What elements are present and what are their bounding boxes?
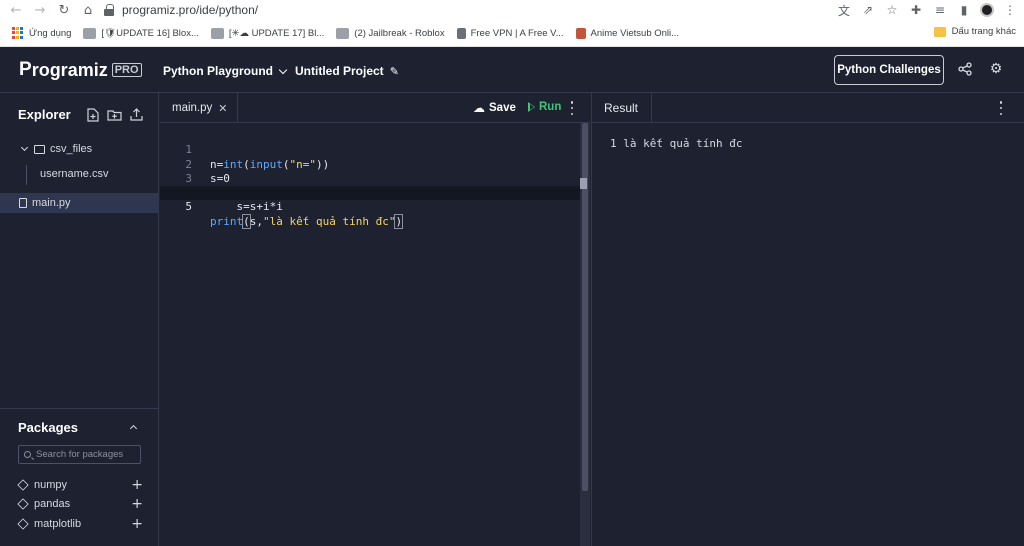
apps-icon [12,27,24,39]
editor-tabbar: main.py ✕ ☁ Save Run [160,93,590,123]
anime-icon [575,27,586,39]
bookmark-jailbreak[interactable]: (2) Jailbreak - Roblox [336,27,445,39]
back-arrow-icon[interactable]: ← [8,2,24,18]
forward-arrow-icon[interactable]: → [32,2,48,18]
extensions-icon[interactable]: ✚ [908,2,924,18]
text-cursor [402,215,404,228]
program-output: 1 là kết quả tính đc [610,137,743,150]
code-line: 2 s=0 [160,143,580,185]
package-icon [17,498,29,510]
packages-title: Packages [18,420,78,435]
url-text: programiz.pro/ide/python/ [122,3,259,17]
run-button[interactable]: Run [528,101,561,113]
play-icon [528,102,535,112]
file-main-py[interactable]: main.py [0,193,159,213]
scroll-position-marker [580,178,587,189]
folder-icon [34,144,45,154]
chevron-up-icon[interactable] [129,424,138,433]
vpn-icon [456,27,466,39]
add-icon[interactable]: + [131,496,143,512]
app-header: Programiz PRO Python Playground Untitled… [0,47,1024,93]
close-icon[interactable]: ✕ [218,102,227,115]
chevron-down-icon [278,65,288,74]
cloud-upload-icon: ☁ [473,101,485,115]
upload-icon[interactable] [129,107,144,122]
reload-icon[interactable]: ↻ [56,2,72,18]
editor-scrollbar[interactable] [580,123,590,546]
package-matplotlib[interactable]: matplotlib + [17,515,143,533]
code-line: 1 n=int(input("n=")) [160,129,580,170]
code-line: 4 s=s+i*i [160,172,580,213]
bookmark-apps[interactable]: Ứng dụng [12,27,71,39]
code-area[interactable]: 1 n=int(input("n=")) 2 s=0 3 for i in ra… [160,129,580,229]
code-line: 3 for i in range(1,n+1): [160,158,580,199]
folder-icon [933,26,946,37]
save-button[interactable]: ☁ Save [473,101,516,115]
bookmark-anime[interactable]: Anime Vietsub Onli... [575,27,679,39]
pro-badge: PRO [111,63,142,77]
more-options-icon[interactable] [999,101,1003,115]
divider [0,408,159,409]
new-file-icon[interactable] [85,107,100,122]
tab-result[interactable]: Result [592,93,652,123]
result-tabbar: Result [592,93,1024,123]
add-icon[interactable]: + [131,516,143,532]
sidepanel-icon[interactable]: ▮ [956,2,972,18]
star-icon[interactable]: ☆ [884,2,900,18]
add-icon[interactable]: + [131,477,143,493]
tab-main-py[interactable]: main.py ✕ [160,93,238,123]
package-search-field[interactable] [18,445,141,464]
explorer-title: Explorer [18,107,71,122]
package-numpy[interactable]: numpy + [17,476,143,494]
programiz-logo[interactable]: Programiz PRO [19,59,142,81]
more-options-icon[interactable] [570,101,574,115]
sidebar: Explorer csv_files username.csv main.py … [0,93,159,546]
gear-icon[interactable]: ⚙ [988,61,1004,77]
bookmarks-bar: Ứng dụng [🛡UPDATE 16] Blox... [✳☁ UPDATE… [0,20,1024,47]
folder-csv-files[interactable]: csv_files [0,139,159,159]
line-number: 5 [185,200,192,214]
translate-icon[interactable]: 文 [836,2,852,18]
profile-avatar[interactable] [980,3,994,17]
file-username-csv[interactable]: username.csv [0,164,159,184]
code-editor-panel: main.py ✕ ☁ Save Run 1 n=int(input("n=")… [160,93,590,546]
package-search-input[interactable] [36,449,136,460]
other-bookmarks[interactable]: Dấu trang khác [933,26,1016,37]
bookmark-vpn[interactable]: Free VPN | A Free V... [456,27,564,39]
share-icon[interactable] [957,61,973,77]
chevron-down-icon [20,143,29,152]
share-icon[interactable]: ⇗ [860,2,876,18]
menu-dots-icon[interactable]: ⋮ [1002,2,1018,18]
address-bar[interactable]: programiz.pro/ide/python/ [104,1,816,19]
result-panel: Result 1 là kết quả tính đc [591,93,1024,546]
roblox-icon [210,27,224,39]
project-name[interactable]: Untitled Project ✎ [295,64,399,78]
package-icon [17,518,29,530]
search-icon [24,451,31,458]
code-line-current: 5 print(s,"là kết quả tính đc") [160,186,580,229]
bookmark-blox-2[interactable]: [✳☁ UPDATE 17] Bl... [210,27,324,39]
package-icon [17,479,29,491]
file-icon [19,198,27,208]
new-folder-icon[interactable] [107,107,122,122]
lock-icon [104,4,114,16]
media-icon[interactable]: ≡ [932,2,948,18]
pencil-icon[interactable]: ✎ [390,65,399,78]
playground-dropdown[interactable]: Python Playground [163,64,288,78]
bookmark-blox-1[interactable]: [🛡UPDATE 16] Blox... [83,27,199,39]
browser-toolbar: ← → ↻ ⌂ programiz.pro/ide/python/ 文 ⇗ ☆ … [0,0,1024,20]
roblox-icon [336,27,350,39]
package-pandas[interactable]: pandas + [17,495,143,513]
home-icon[interactable]: ⌂ [80,2,96,18]
roblox-icon [83,27,97,39]
python-challenges-button[interactable]: Python Challenges [834,55,944,85]
